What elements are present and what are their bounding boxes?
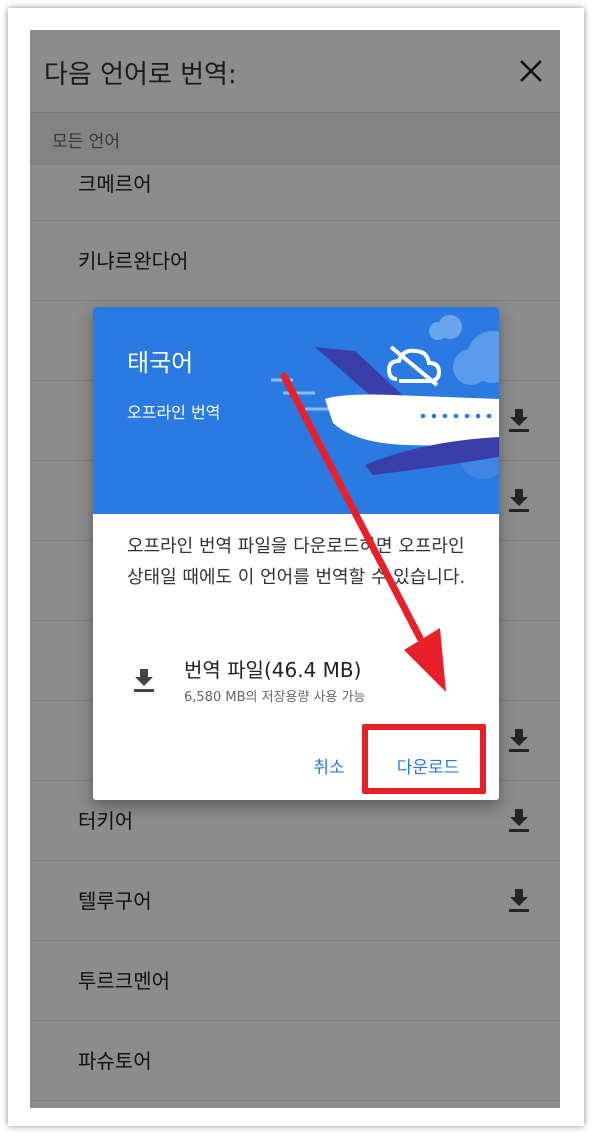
cancel-button[interactable]: 취소 [301, 747, 357, 783]
app-screen: 다음 언어로 번역: 모든 언어 크메르어 키냐르완다어 터키어 텔루구어 투르크멘어 파… [30, 30, 560, 1108]
dialog-hero: 태국어 오프라인 번역 [93, 307, 499, 514]
dialog-title: 태국어 [127, 349, 194, 377]
file-name: 번역 파일(46.4 MB) [184, 658, 362, 682]
storage-available: 6,580 MB의 저장용량 사용 가능 [184, 690, 366, 705]
highlight-annotation-box [362, 724, 486, 794]
dialog-subtitle: 오프라인 번역 [127, 403, 221, 422]
download-icon [133, 667, 155, 693]
dialog-description: 오프라인 번역 파일을 다운로드하면 오프라인 상태일 때에도 이 언어를 번역… [127, 536, 466, 588]
offline-cloud-icon [386, 345, 442, 387]
